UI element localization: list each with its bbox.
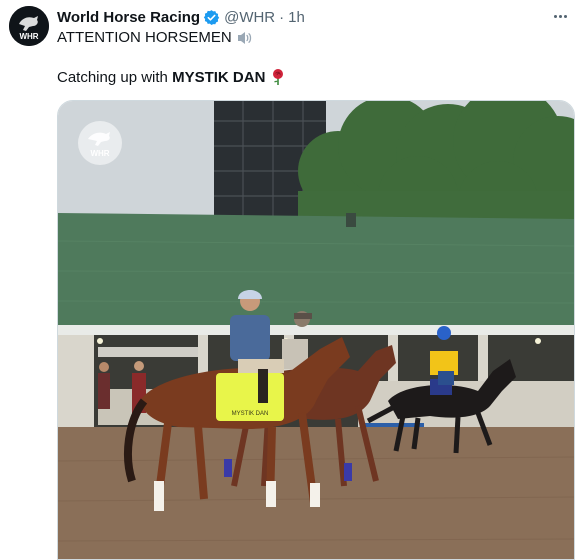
tweet-text-attention: ATTENTION HORSEMEN — [57, 29, 232, 46]
avatar[interactable]: WHR — [9, 6, 49, 46]
tweet-text-prefix: Catching up with — [57, 68, 168, 86]
tweet-header: World Horse Racing @WHR · 1h — [57, 7, 305, 27]
tweet-text-line1: ATTENTION HORSEMEN — [57, 29, 254, 46]
speaker-icon — [237, 31, 251, 44]
avatar-label: WHR — [19, 32, 38, 41]
tweet-timestamp[interactable]: 1h — [288, 9, 305, 26]
verified-badge-icon — [203, 9, 220, 25]
author-name[interactable]: World Horse Racing — [57, 9, 200, 26]
whr-watermark-logo: WHR — [78, 121, 122, 165]
tweet-text-horse-name: MYSTIK DAN — [172, 68, 266, 86]
saddle-cloth-label: MYSTIK DAN — [232, 411, 269, 417]
watermark-label: WHR — [90, 149, 109, 158]
tweet-text-line2: Catching up with MYSTIK DAN — [57, 68, 286, 86]
more-dots-icon[interactable] — [549, 6, 571, 26]
rose-icon — [273, 69, 284, 85]
tweet-video[interactable]: MYSTIK DAN WHR — [57, 100, 575, 560]
author-handle[interactable]: @WHR — [224, 9, 275, 26]
header-separator: · — [279, 8, 285, 26]
